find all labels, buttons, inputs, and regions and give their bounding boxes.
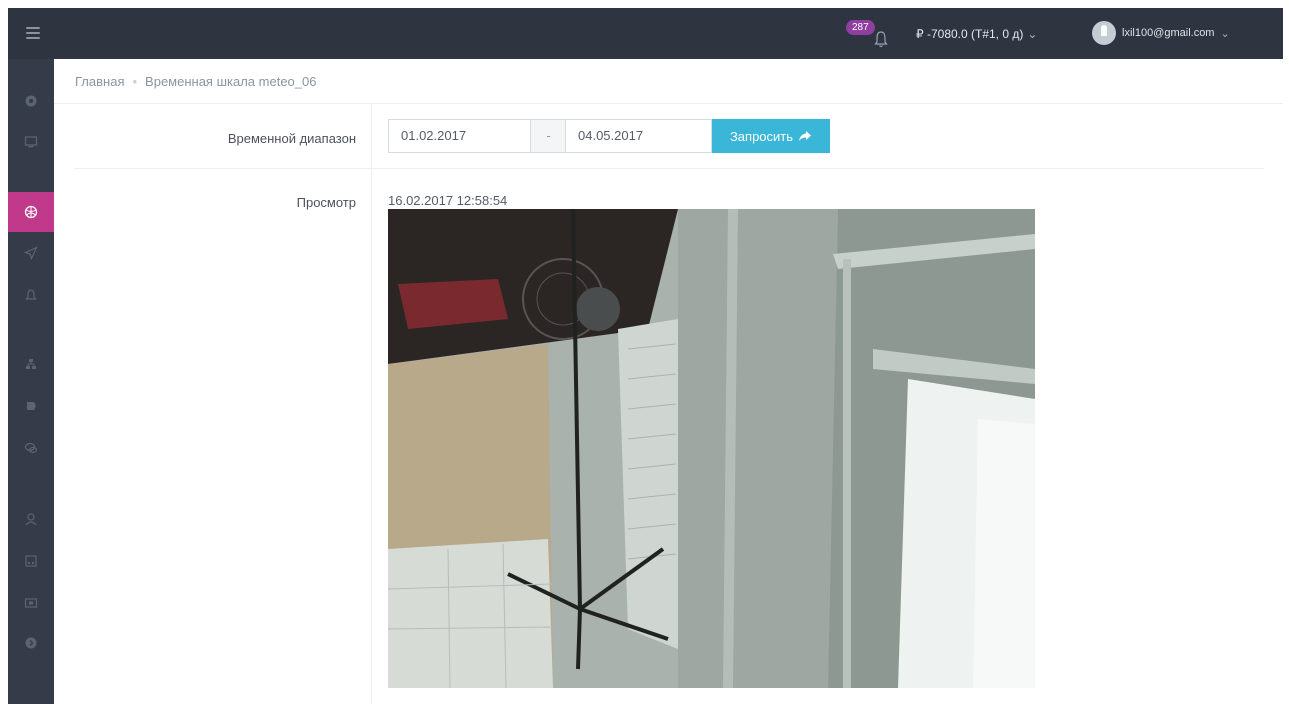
sidebar-item-send[interactable]: [8, 233, 54, 273]
bell-icon: [25, 289, 37, 300]
info-icon: [25, 637, 37, 649]
camera-image: [388, 209, 1035, 688]
dashboard-icon: [25, 95, 37, 107]
query-button[interactable]: Запросить: [712, 119, 830, 153]
chat-icon: [24, 442, 38, 454]
notifications-badge: 287: [846, 20, 875, 35]
meteo-icon: [24, 205, 38, 219]
date-from-input[interactable]: 01.02.2017: [388, 119, 531, 153]
calendar-icon: [25, 555, 37, 567]
sidebar-item-cameras[interactable]: [8, 583, 54, 623]
avatar: [1092, 21, 1116, 45]
breadcrumb: Главная • Временная шкала meteo_06: [75, 74, 316, 89]
camera-snapshot: [388, 209, 1035, 688]
balance-dropdown[interactable]: ₽ -7080.0 (T#1, 0 д) ⌄: [916, 27, 1037, 41]
frame-timestamp: 16.02.2017 12:58:54: [388, 193, 508, 208]
date-to-input[interactable]: 04.05.2017: [565, 119, 712, 153]
camera-icon: [24, 598, 38, 608]
sidebar-item-monitor[interactable]: [8, 122, 54, 162]
divider: [54, 103, 1283, 104]
preview-label: Просмотр: [296, 195, 356, 210]
share-arrow-icon: [799, 131, 812, 141]
sidebar-item-calendar[interactable]: [8, 541, 54, 581]
sidebar-item-info[interactable]: [8, 623, 54, 663]
sidebar-item-tags[interactable]: [8, 386, 54, 426]
notifications-button[interactable]: 287: [846, 20, 890, 50]
hierarchy-icon: [26, 359, 36, 369]
menu-toggle-icon[interactable]: [26, 27, 40, 39]
tag-icon: [27, 402, 36, 410]
sidebar-item-hierarchy[interactable]: [8, 344, 54, 384]
date-range-label: Временной диапазон: [227, 131, 356, 146]
divider: [74, 168, 1264, 169]
send-icon: [24, 246, 38, 260]
user-icon: [25, 513, 37, 526]
breadcrumb-separator: •: [132, 74, 138, 89]
sidebar-item-meteo[interactable]: [8, 192, 54, 232]
top-bar: 287 ₽ -7080.0 (T#1, 0 д) ⌄ lxil100@gmail.…: [8, 8, 1283, 59]
column-divider: [371, 104, 372, 704]
user-email: lxil100@gmail.com: [1122, 27, 1215, 39]
sidebar-item-chat[interactable]: [8, 428, 54, 468]
date-range-separator: -: [531, 119, 566, 153]
sidebar-item-alerts[interactable]: [8, 275, 54, 315]
monitor-icon: [24, 136, 38, 148]
balance-text: ₽ -7080.0 (T#1, 0 д): [916, 27, 1024, 41]
sidebar-item-users[interactable]: [8, 499, 54, 539]
chevron-down-icon: ⌄: [1220, 27, 1230, 40]
query-button-label: Запросить: [729, 128, 794, 144]
sidebar-item-dashboard[interactable]: [8, 81, 54, 121]
breadcrumb-home[interactable]: Главная: [75, 74, 124, 89]
user-menu[interactable]: lxil100@gmail.com ⌄: [1092, 21, 1230, 45]
breadcrumb-current: Временная шкала meteo_06: [145, 74, 317, 89]
app-window: 287 ₽ -7080.0 (T#1, 0 д) ⌄ lxil100@gmail.…: [0, 0, 1289, 704]
chevron-down-icon: ⌄: [1027, 27, 1038, 41]
sidebar: [8, 59, 54, 704]
notification-bell-icon: [874, 31, 888, 48]
